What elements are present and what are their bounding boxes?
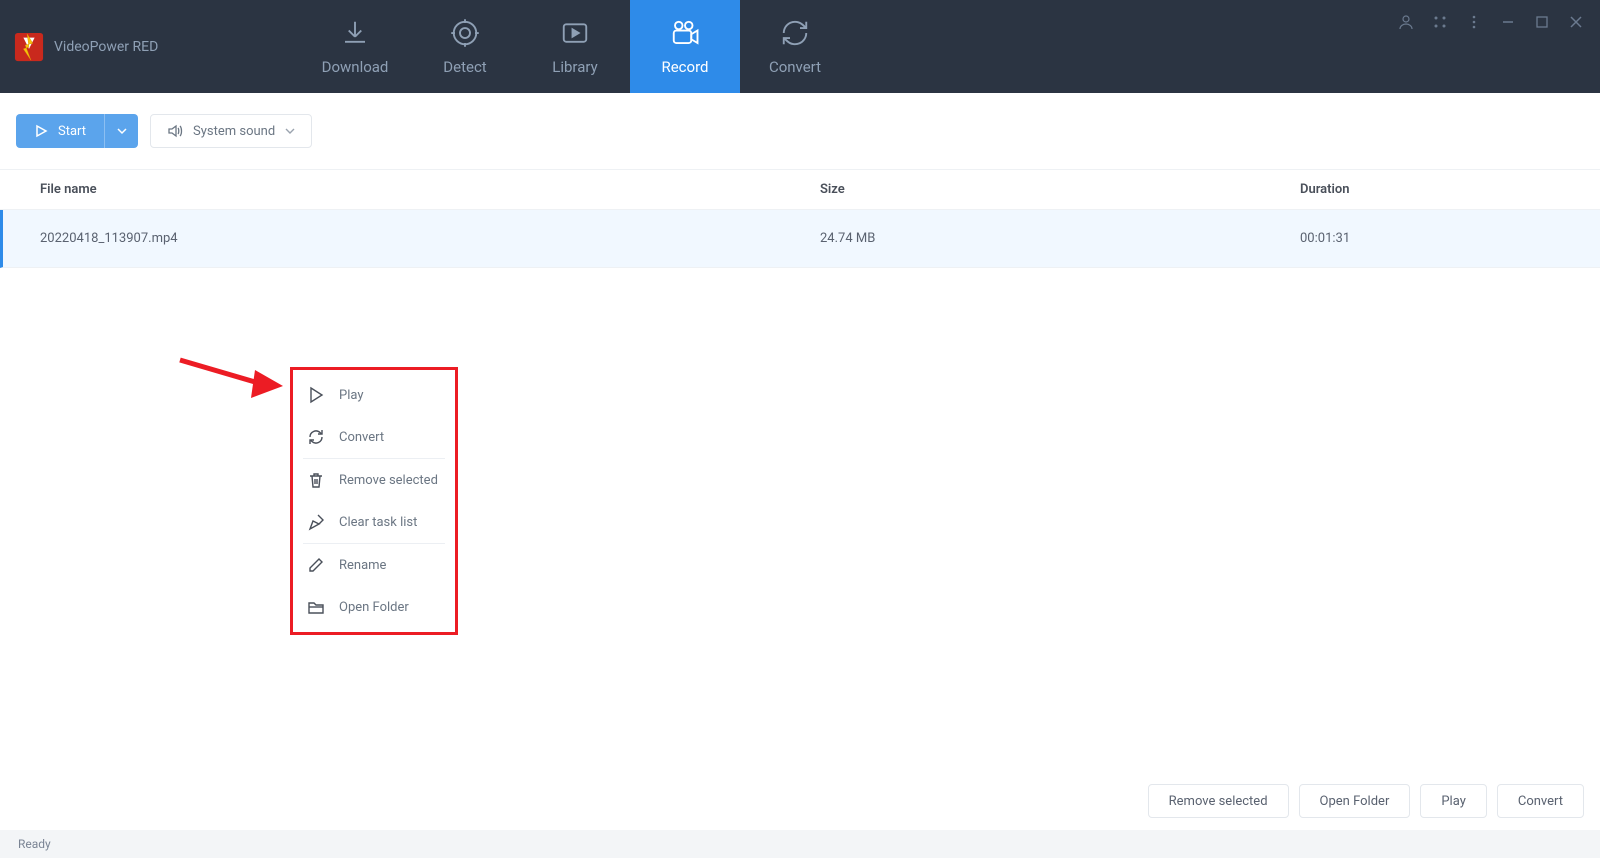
chevron-down-icon [285, 126, 295, 136]
start-button-dropdown[interactable] [104, 114, 138, 148]
library-icon [560, 18, 590, 48]
cell-size: 24.74 MB [820, 231, 1300, 246]
ctx-remove-selected[interactable]: Remove selected [293, 459, 455, 501]
play-icon [307, 386, 325, 404]
col-filename[interactable]: File name [40, 182, 820, 197]
annotation-arrow-icon [175, 350, 285, 400]
detect-icon [450, 18, 480, 48]
col-size[interactable]: Size [820, 182, 1300, 197]
start-button-label: Start [58, 124, 86, 139]
ctx-clear-task-list[interactable]: Clear task list [293, 501, 455, 543]
window-controls [1398, 14, 1584, 30]
record-icon [670, 18, 700, 48]
convert-icon [780, 18, 810, 48]
footer-convert[interactable]: Convert [1497, 784, 1584, 818]
start-button[interactable]: Start [16, 114, 138, 148]
footer-play[interactable]: Play [1420, 784, 1487, 818]
ctx-rename-label: Rename [339, 558, 386, 573]
speaker-icon [167, 123, 183, 139]
cell-duration: 00:01:31 [1300, 231, 1600, 246]
tab-library-label: Library [552, 58, 597, 76]
app-logo-icon [14, 32, 44, 62]
status-bar: Ready [0, 830, 1600, 858]
ctx-play[interactable]: Play [293, 374, 455, 416]
footer-remove-selected[interactable]: Remove selected [1148, 784, 1289, 818]
folder-icon [307, 598, 325, 616]
titlebar: VideoPower RED Download Detect Library R… [0, 0, 1600, 93]
tab-convert-label: Convert [769, 58, 821, 76]
sound-mode-label: System sound [193, 124, 275, 139]
convert-icon [307, 428, 325, 446]
tab-detect-label: Detect [443, 58, 486, 76]
menu-icon[interactable] [1466, 14, 1482, 30]
play-icon [34, 124, 48, 138]
tab-library[interactable]: Library [520, 0, 630, 93]
download-icon [340, 18, 370, 48]
tab-detect[interactable]: Detect [410, 0, 520, 93]
start-button-main[interactable]: Start [16, 114, 104, 148]
tab-download-label: Download [322, 58, 389, 76]
context-menu: Play Convert Remove selected Clear task … [290, 367, 458, 635]
ctx-remove-selected-label: Remove selected [339, 473, 438, 488]
maximize-icon[interactable] [1534, 14, 1550, 30]
tab-convert[interactable]: Convert [740, 0, 850, 93]
col-duration[interactable]: Duration [1300, 182, 1600, 197]
chevron-down-icon [117, 126, 127, 136]
broom-icon [307, 513, 325, 531]
minimize-icon[interactable] [1500, 14, 1516, 30]
app-title: VideoPower RED [54, 39, 158, 55]
tab-record[interactable]: Record [630, 0, 740, 93]
trash-icon [307, 471, 325, 489]
ctx-open-folder-label: Open Folder [339, 600, 409, 615]
ctx-rename[interactable]: Rename [293, 544, 455, 586]
ctx-convert[interactable]: Convert [293, 416, 455, 458]
cell-filename: 20220418_113907.mp4 [40, 231, 820, 246]
sound-mode-button[interactable]: System sound [150, 114, 312, 148]
list-header: File name Size Duration [0, 170, 1600, 210]
ctx-open-folder[interactable]: Open Folder [293, 586, 455, 628]
footer-open-folder[interactable]: Open Folder [1299, 784, 1411, 818]
brand: VideoPower RED [0, 0, 300, 93]
ctx-clear-task-list-label: Clear task list [339, 515, 417, 530]
tab-record-label: Record [661, 58, 708, 76]
toolbar: Start System sound [0, 93, 1600, 170]
content-area: Start System sound File name Size Durati… [0, 93, 1600, 830]
pencil-icon [307, 556, 325, 574]
footer-buttons: Remove selected Open Folder Play Convert [1148, 784, 1584, 818]
ctx-convert-label: Convert [339, 430, 384, 445]
tab-download[interactable]: Download [300, 0, 410, 93]
main-tabs: Download Detect Library Record Convert [300, 0, 850, 93]
status-text: Ready [18, 837, 51, 851]
table-row[interactable]: 20220418_113907.mp4 24.74 MB 00:01:31 [0, 210, 1600, 268]
user-icon[interactable] [1398, 14, 1414, 30]
apps-icon[interactable] [1432, 14, 1448, 30]
list-area: 20220418_113907.mp4 24.74 MB 00:01:31 Pl… [0, 210, 1600, 830]
ctx-play-label: Play [339, 388, 364, 403]
close-icon[interactable] [1568, 14, 1584, 30]
